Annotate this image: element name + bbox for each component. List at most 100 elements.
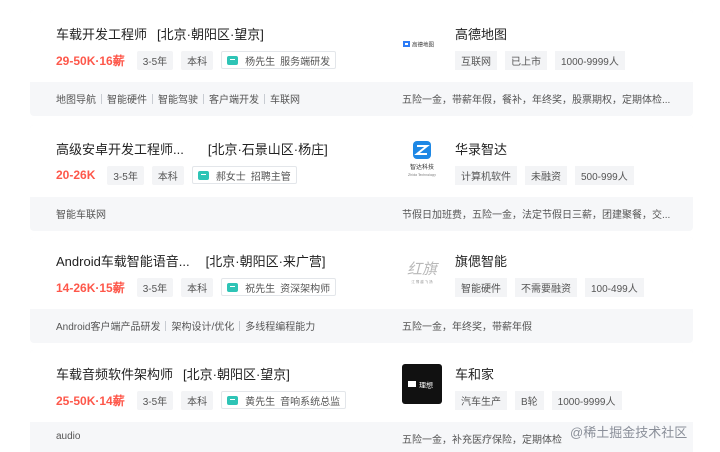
job-salary: 29-50K·16薪	[56, 53, 125, 68]
job-title-text: 车载音频软件架构师	[56, 367, 174, 382]
job-card-header	[30, 125, 693, 197]
lixiang-logo-icon: 理想	[402, 364, 442, 404]
recruiter-name: 杨先生	[245, 56, 276, 68]
company-logo[interactable]: 高德地图	[402, 24, 442, 64]
skill-tags: Android客户端产品研发 架构设计/优化 多线程编程能力	[56, 318, 315, 333]
hongqi-logo-icon: 红旗 江 骞 越 飞 扬	[407, 260, 439, 284]
job-title[interactable]: 车载开发工程师 [北京·朝阳区·望京]	[56, 24, 264, 43]
job-area: [北京·石景山区·杨庄]	[207, 142, 328, 157]
job-card[interactable]: Android车载智能语音... [北京·朝阳区·来广营] 14-26K·15薪 …	[30, 237, 693, 343]
job-title-text: 高级安卓开发工程师...	[56, 142, 184, 157]
skill-tag: 车联网	[270, 95, 300, 106]
company-name[interactable]: 旗偲智能	[455, 251, 507, 270]
company-benefits: 五险一金，带薪年假，餐补，年终奖，股票期权，定期体检...	[402, 95, 671, 106]
company-size: 100-499人	[585, 277, 644, 297]
job-salary: 20-26K	[56, 168, 96, 182]
job-card-header	[30, 237, 693, 309]
job-title-text: 车载开发工程师	[56, 27, 148, 42]
logo-subtext: 江 骞 越 飞 扬	[411, 279, 433, 284]
skill-divider	[152, 93, 153, 104]
company-logo[interactable]: 智达科技 Zhida Technology	[402, 139, 442, 179]
logo-text: 高德地图	[412, 41, 435, 49]
job-area: [北京·朝阳区·来广营]	[205, 254, 326, 269]
recruiter-role: 服务端研发	[280, 56, 331, 68]
company-name[interactable]: 高德地图	[455, 24, 507, 43]
company-tags: 互联网 已上市 1000-9999人	[455, 50, 633, 70]
recruiter-chat-button[interactable]: 郝女士 招聘主管	[191, 166, 297, 184]
company-tags: 汽车生产 B轮 1000-9999人	[455, 390, 630, 410]
skill-tags: audio	[56, 431, 80, 442]
logo-text: 智达科技	[410, 163, 434, 171]
amap-logo-icon: 高德地图	[403, 41, 435, 49]
job-card-header	[30, 350, 693, 422]
company-name[interactable]: 华录智达	[455, 139, 507, 158]
logo-text: 理想	[419, 381, 433, 390]
skill-tag: audio	[56, 431, 81, 442]
company-industry: 智能硬件	[455, 277, 507, 297]
company-benefits: 五险一金，年终奖，带薪年假	[402, 322, 532, 333]
job-title[interactable]: 车载音频软件架构师 [北京·朝阳区·望京]	[56, 364, 290, 383]
zhida-logo-icon: 智达科技 Zhida Technology	[408, 141, 436, 177]
degree-tag: 本科	[181, 277, 214, 297]
chat-icon	[227, 55, 239, 65]
recruiter-role: 音响系统总监	[280, 396, 341, 408]
job-info-row: 25-50K·14薪 3-5年 本科 黄先生 音响系统总监	[56, 390, 347, 410]
company-industry: 互联网	[455, 50, 497, 70]
company-stage: B轮	[515, 390, 544, 410]
recruiter-name: 黄先生	[245, 396, 276, 408]
chat-icon	[197, 170, 209, 180]
job-info-row: 20-26K 3-5年 本科 郝女士 招聘主管	[56, 165, 297, 185]
chat-icon	[227, 395, 239, 405]
logo-text: 红旗	[407, 260, 439, 278]
job-area: [北京·朝阳区·望京]	[183, 367, 290, 382]
job-title[interactable]: 高级安卓开发工程师... [北京·石景山区·杨庄]	[56, 139, 328, 158]
skill-tag: 智能驾驶	[158, 95, 198, 106]
recruiter-role: 招聘主管	[250, 171, 291, 183]
recruiter-name: 郝女士	[215, 171, 246, 183]
chat-icon	[227, 282, 239, 292]
company-size: 500-999人	[575, 165, 634, 185]
skill-tags: 智能车联网	[56, 206, 106, 221]
experience-tag: 3-5年	[107, 165, 144, 185]
company-industry: 汽车生产	[455, 390, 507, 410]
company-industry: 计算机软件	[455, 165, 517, 185]
company-tags: 计算机软件 未融资 500-999人	[455, 165, 642, 185]
degree-tag: 本科	[151, 165, 184, 185]
experience-tag: 3-5年	[136, 390, 174, 410]
job-salary: 14-26K·15薪	[56, 280, 125, 295]
recruiter-chat-button[interactable]: 黄先生 音响系统总监	[221, 391, 347, 409]
job-title-text: Android车载智能语音...	[56, 254, 190, 269]
skill-tag: 地图导航	[56, 95, 96, 106]
recruiter-chat-button[interactable]: 祝先生 资深架构师	[221, 278, 337, 296]
recruiter-chat-button[interactable]: 杨先生 服务端研发	[221, 51, 337, 69]
skill-tag: 架构设计/优化	[171, 322, 235, 333]
job-card[interactable]: 高级安卓开发工程师... [北京·石景山区·杨庄] 20-26K 3-5年 本科 …	[30, 125, 693, 231]
logo-subtext: Zhida Technology	[408, 173, 436, 177]
company-logo[interactable]: 红旗 江 骞 越 飞 扬	[402, 251, 442, 291]
company-logo[interactable]: 理想	[402, 364, 442, 404]
degree-tag: 本科	[181, 390, 214, 410]
company-stage: 不需要融资	[515, 277, 577, 297]
job-info-row: 14-26K·15薪 3-5年 本科 祝先生 资深架构师	[56, 277, 337, 297]
skill-divider	[239, 320, 241, 331]
job-card[interactable]: 车载开发工程师 [北京·朝阳区·望京] 29-50K·16薪 3-5年 本科 杨先…	[30, 10, 693, 116]
skill-tag: 多线程编程能力	[245, 322, 316, 333]
skill-divider	[101, 93, 102, 104]
job-area: [北京·朝阳区·望京]	[157, 27, 264, 42]
job-card-header	[30, 10, 693, 82]
skill-tags: 地图导航 智能硬件 智能驾驶 客户端开发 车联网	[56, 91, 300, 106]
skill-divider	[264, 93, 265, 104]
job-title[interactable]: Android车载智能语音... [北京·朝阳区·来广营]	[56, 251, 326, 270]
job-salary: 25-50K·14薪	[56, 393, 125, 408]
company-size: 1000-9999人	[555, 50, 625, 70]
watermark: @稀土掘金技术社区	[570, 425, 688, 440]
company-tags: 智能硬件 不需要融资 100-499人	[455, 277, 652, 297]
skill-tag: 客户端开发	[209, 95, 259, 106]
skill-divider	[165, 320, 167, 331]
company-size: 1000-9999人	[551, 390, 622, 410]
company-benefits: 节假日加班费，五险一金，法定节假日三薪，团建聚餐，交...	[402, 210, 671, 221]
company-stage: 已上市	[505, 50, 547, 70]
job-info-row: 29-50K·16薪 3-5年 本科 杨先生 服务端研发	[56, 50, 337, 70]
experience-tag: 3-5年	[136, 50, 174, 70]
company-name[interactable]: 车和家	[455, 364, 494, 383]
